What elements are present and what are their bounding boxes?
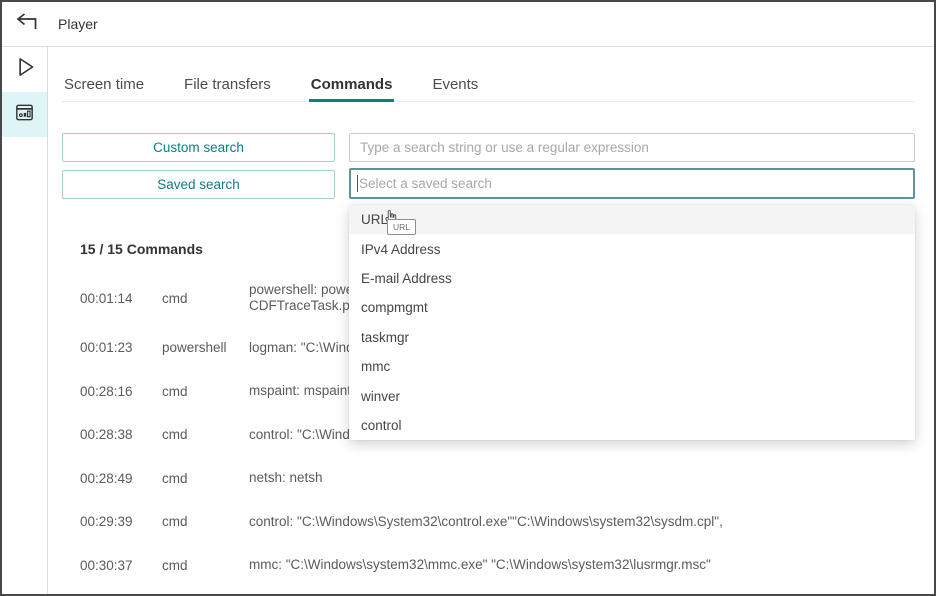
command-app: powershell [162,340,227,356]
saved-search-option[interactable]: control [349,411,915,440]
tab-screen-time[interactable]: Screen time [62,63,146,101]
command-time: 00:28:16 [80,383,133,399]
saved-search-option-label: mmc [361,359,391,375]
sidebar [2,47,48,594]
saved-search-dropdown: URL IPv4 Address E-mail Address compmgmt… [349,205,915,441]
command-app: cmd [162,383,188,399]
header-bar: Player [2,2,934,47]
saved-search-option[interactable]: mmc [349,352,915,381]
command-row: 00:30:37 cmd mmc: "C:\Windows\system32\m… [80,544,910,588]
command-app: cmd [162,557,188,573]
command-time: 00:30:37 [80,557,133,573]
command-app: cmd [162,470,188,486]
command-app: cmd [162,427,188,443]
command-time: 00:29:39 [80,514,133,530]
tab-label: Commands [310,76,393,93]
back-arrow-icon [14,12,40,37]
saved-search-button[interactable]: Saved search [62,170,335,199]
tab-bar: Screen time File transfers Commands Even… [62,63,915,102]
active-tab-underline [308,99,395,102]
command-time: 00:01:23 [80,340,133,356]
saved-search-option-label: winver [361,388,401,404]
tab-label: Events [432,76,479,93]
tab-label: Screen time [64,76,145,93]
tab-file-transfers[interactable]: File transfers [182,63,273,101]
saved-search-option[interactable]: winver [349,381,915,410]
saved-search-option-label: IPv4 Address [361,241,441,257]
command-app: cmd [162,514,188,530]
back-button[interactable] [13,10,41,38]
commands-count: 15 / 15 Commands [80,241,203,257]
statistics-icon [13,101,36,129]
command-app: cmd [162,290,188,306]
player-window: Player Screen time File transfers Comman… [0,0,936,596]
saved-search-option-label: taskmgr [361,329,410,345]
saved-search-option[interactable]: compmgmt [349,293,915,322]
command-row: 00:29:39 cmd control: "C:\Windows\System… [80,500,910,544]
saved-search-field [349,168,915,199]
command-time: 00:28:38 [80,427,133,443]
saved-search-option-label: control [361,417,402,433]
play-icon [12,54,38,85]
custom-search-button[interactable]: Custom search [62,133,335,162]
tab-events[interactable]: Events [430,63,480,101]
page-title: Player [58,16,98,32]
saved-search-option-label: compmgmt [361,300,428,316]
command-time: 00:01:14 [80,290,133,306]
saved-search-input[interactable] [349,168,915,199]
saved-search-option[interactable]: IPv4 Address [349,234,915,263]
sidebar-item-statistics[interactable] [2,92,47,137]
tab-label: File transfers [184,76,271,93]
command-row: 00:28:49 cmd netsh: netsh [80,457,910,501]
command-text: control: "C:\Windows\System32\control.ex… [249,513,723,529]
command-time: 00:28:49 [80,470,133,486]
saved-search-option-label: E-mail Address [361,270,452,286]
text-caret [357,175,358,192]
sidebar-item-playback[interactable] [2,47,47,92]
tab-commands[interactable]: Commands [308,63,395,102]
saved-search-option[interactable]: URL [349,205,915,235]
search-input[interactable] [349,133,915,162]
saved-search-option[interactable]: taskmgr [349,323,915,352]
command-text: mmc: "C:\Windows\system32\mmc.exe" "C:\W… [249,557,711,573]
url-tooltip: URL [387,219,417,236]
saved-search-option[interactable]: E-mail Address [349,264,915,293]
command-text: netsh: netsh [249,470,323,486]
